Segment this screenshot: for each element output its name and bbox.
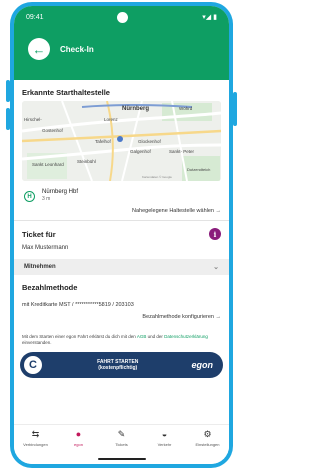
bottom-nav: ⇆ Verbindungen ● egon ✎ Tickets ◒ Verkeh… <box>14 424 229 454</box>
agb-link[interactable]: AGB <box>137 334 147 339</box>
start-ride-text: FAHRT STARTEN (kostenpflichtig) <box>44 359 192 372</box>
map-label-tafelhof: Tafelhof <box>95 139 112 144</box>
map-label-steinbuhl: Steinbühl <box>77 159 96 164</box>
map-label-sankt-leonhard: Sankt Leonhard <box>32 162 64 167</box>
app-screen: 09:41 ▾◢ ▮ ← Check-In Erkannte Starthalt… <box>14 6 229 464</box>
start-stop-title: Erkannte Starthaltestelle <box>22 88 110 97</box>
chevron-down-icon: ⌄ <box>213 264 219 271</box>
map-attribution: Kartendaten © Google <box>142 175 172 179</box>
checkin-content: Erkannte Starthaltestelle Nürnberg Wöhrd… <box>14 80 229 464</box>
privacy-link[interactable]: Datenschutzerklärung <box>164 334 208 339</box>
payment-title: Bezahlmethode <box>22 283 78 292</box>
ticket-title: Ticket für <box>22 229 56 239</box>
terms-notice: Mit dem Starten einer egon Fahrt erklärs… <box>14 320 229 346</box>
nav-label: Tickets <box>115 442 128 447</box>
connections-icon: ⇆ <box>31 429 40 439</box>
power-button <box>233 92 237 126</box>
station-map[interactable]: Nürnberg Wöhrd Lorenz Hirschel- Gostenho… <box>22 101 221 181</box>
map-label-hirsche: Hirschel- <box>24 117 42 122</box>
nav-item-tickets[interactable]: ✎ Tickets <box>104 429 140 447</box>
nav-label: Verbindungen <box>23 442 48 447</box>
station-pin <box>117 136 123 142</box>
slider-handle[interactable]: C <box>22 354 44 377</box>
start-ride-line2: (kostenpflichtig) <box>98 365 138 372</box>
payment-method: mit Kreditkarte MST / ***********5819 / … <box>22 302 134 308</box>
nav-item-egon[interactable]: ● egon <box>61 429 97 447</box>
nav-item-einstellungen[interactable]: ⚙ Einstellungen <box>190 429 226 447</box>
detected-station: H Nürnberg Hbf 3 m <box>14 181 229 202</box>
phone-frame: 09:41 ▾◢ ▮ ← Check-In Erkannte Starthalt… <box>10 2 233 468</box>
ticket-holder: Max Mustermann <box>22 245 69 251</box>
egon-brand: egon <box>191 360 214 371</box>
stop-h-icon: H <box>24 191 35 202</box>
front-camera <box>116 12 128 23</box>
configure-payment-link[interactable]: Bezahlmethode konfigurieren → <box>14 308 229 320</box>
back-button[interactable]: ← <box>28 38 50 60</box>
map-canvas: Nürnberg Wöhrd Lorenz Hirschel- Gostenho… <box>22 101 221 181</box>
map-label-gostenhof: Gostenhof <box>42 128 64 133</box>
notice-text-before: Mit dem Starten einer egon Fahrt erklärs… <box>22 334 136 339</box>
ticket-header: Ticket für i <box>14 221 229 240</box>
title-row: ← Check-In <box>14 28 229 60</box>
status-time: 09:41 <box>26 13 44 21</box>
home-indicator[interactable] <box>97 458 146 460</box>
mitnehmen-label: Mitnehmen <box>24 264 56 270</box>
map-label-galgenhof: Galgenhof <box>130 149 152 154</box>
station-name: Nürnberg Hbf <box>42 189 79 195</box>
notice-text-after: einverstanden. <box>22 340 52 346</box>
nav-item-verkehr[interactable]: ◒ Verkehr <box>147 429 183 447</box>
map-label-wohrd: Wöhrd <box>179 106 193 111</box>
arrow-left-icon: ← <box>32 41 46 57</box>
nav-label: egon <box>74 442 83 447</box>
egon-logo-icon: C <box>29 358 37 371</box>
map-label-sankt-peter: Sankt- Peter <box>169 149 195 154</box>
map-label-dutzendteich: Dutzendteich <box>187 167 210 172</box>
ticket-icon: ✎ <box>117 429 126 439</box>
map-label-nurnberg: Nürnberg <box>122 106 149 112</box>
station-distance: 3 m <box>42 196 51 202</box>
page-title: Check-In <box>60 44 94 54</box>
notice-text-middle: und der <box>147 334 163 339</box>
start-ride-slider[interactable]: C FAHRT STARTEN (kostenpflichtig) egon <box>20 352 223 379</box>
egon-icon: ● <box>75 429 82 439</box>
settings-icon: ⚙ <box>203 429 212 439</box>
nav-label: Einstellungen <box>195 442 220 447</box>
nearest-stop-link[interactable]: Nahegelegene Haltestelle wählen → <box>14 202 229 214</box>
info-icon[interactable]: i <box>209 228 221 240</box>
map-label-glockenhof: Glockenhof <box>138 139 162 144</box>
nav-label: Verkehr <box>157 442 172 447</box>
status-icons: ▾◢ ▮ <box>202 14 217 21</box>
mitnehmen-expander[interactable]: Mitnehmen ⌄ <box>14 259 229 275</box>
app-header: 09:41 ▾◢ ▮ ← Check-In <box>14 6 229 80</box>
nav-item-verbindungen[interactable]: ⇆ Verbindungen <box>18 429 54 447</box>
map-label-lorenz: Lorenz <box>104 117 119 122</box>
traffic-icon: ◒ <box>161 429 168 439</box>
station-info: Nürnberg Hbf 3 m <box>42 189 78 202</box>
